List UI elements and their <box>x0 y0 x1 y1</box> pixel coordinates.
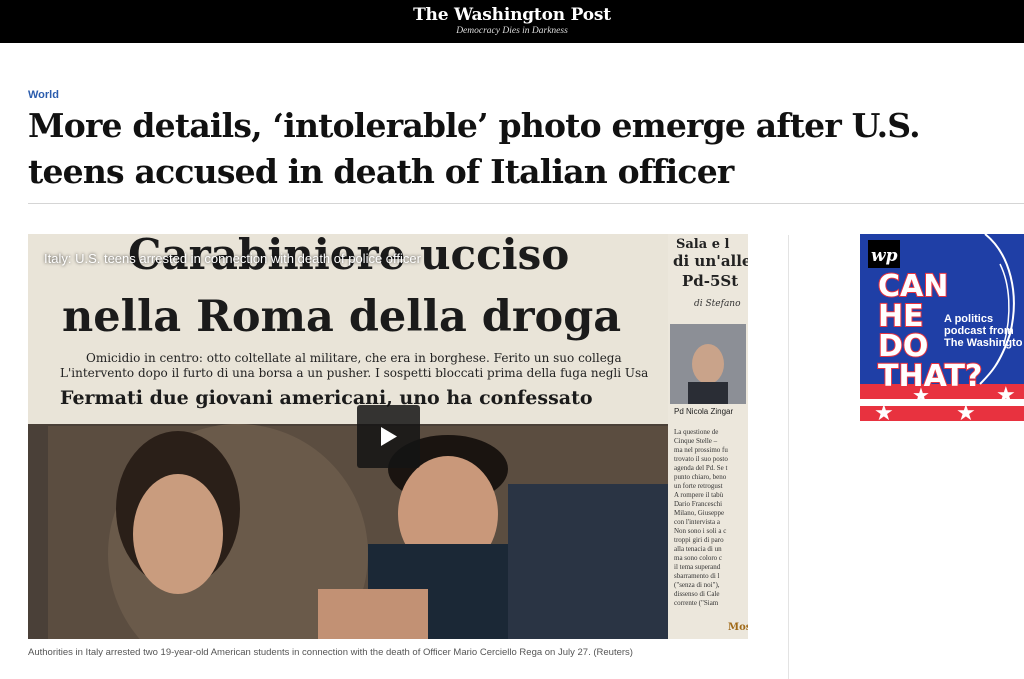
site-tagline: Democracy Dies in Darkness <box>456 26 568 36</box>
podcast-ad[interactable]: ★ ★ ★ ★ wp CAN HE DO THAT? A politics po… <box>860 234 1024 421</box>
wp-logo: wp <box>871 246 898 266</box>
video-caption: Authorities in Italy arrested two 19-yea… <box>28 647 633 658</box>
newspaper-headline-2: nella Roma della droga <box>62 292 621 342</box>
play-icon <box>381 427 397 446</box>
svg-text:Dario Franceschi: Dario Franceschi <box>674 500 722 508</box>
side-headline-3: Pd-5St <box>682 272 738 290</box>
video-title[interactable]: Italy: U.S. teens arrested in connection… <box>44 251 421 266</box>
svg-text:sbarramento di l: sbarramento di l <box>674 572 720 580</box>
svg-text:agenda del Pd. Se t: agenda del Pd. Se t <box>674 464 728 472</box>
svg-text:ma sono coloro c: ma sono coloro c <box>674 554 722 562</box>
headline-divider <box>28 203 1024 204</box>
svg-text:punto chiaro, beno: punto chiaro, beno <box>674 473 727 481</box>
svg-text:A rompere il tabù: A rompere il tabù <box>674 491 724 499</box>
star-icon: ★ <box>996 383 1016 408</box>
svg-text:alla tenacia di un: alla tenacia di un <box>674 545 722 553</box>
svg-text:troppi giri di paro: troppi giri di paro <box>674 536 724 544</box>
side-byline: di Stefano <box>694 299 741 309</box>
play-button[interactable] <box>357 405 420 468</box>
svg-text:un forte retrogust: un forte retrogust <box>674 482 723 490</box>
side-bottom-text: Mos <box>728 622 748 633</box>
newspaper-bold-sub: Fermati due giovani americani, uno ha co… <box>60 387 593 409</box>
star-icon: ★ <box>874 401 894 421</box>
site-logo[interactable]: The Washington Post <box>0 5 1024 25</box>
ad-subtitle-line-3: The Washingto <box>944 337 1023 349</box>
podcast-ad-art: ★ ★ ★ ★ wp CAN HE DO THAT? A politics po… <box>860 234 1024 421</box>
column-divider <box>788 235 789 679</box>
svg-text:dissenso di Cale: dissenso di Cale <box>674 590 720 598</box>
svg-text:corrente ("Siam: corrente ("Siam <box>674 599 719 607</box>
svg-text:Cinque Stelle –: Cinque Stelle – <box>674 437 718 445</box>
section-kicker-link[interactable]: World <box>28 89 59 101</box>
side-headline-1: Sala e l <box>676 237 729 252</box>
svg-text:("senza di noi"),: ("senza di noi"), <box>674 581 720 589</box>
side-photo-label: Pd Nicola Zingar <box>674 407 733 416</box>
svg-text:il tema superand: il tema superand <box>674 563 721 571</box>
svg-text:Non sono i soli a c: Non sono i soli a c <box>674 527 726 535</box>
star-icon: ★ <box>956 401 976 421</box>
top-nav-bar: The Washington Post Democracy Dies in Da… <box>0 0 1024 43</box>
ad-subtitle-line-1: A politics <box>944 313 993 325</box>
svg-text:La questione de: La questione de <box>674 428 718 436</box>
newspaper-sub-1: Omicidio in centro: otto coltellate al m… <box>86 351 622 365</box>
svg-text:ma nel prossimo fu: ma nel prossimo fu <box>674 446 728 454</box>
ad-title-line-4: THAT? <box>878 359 982 394</box>
svg-text:trovato il suo posto: trovato il suo posto <box>674 455 728 463</box>
svg-text:con l'intervista a: con l'intervista a <box>674 518 721 526</box>
ad-subtitle-line-2: podcast from <box>944 325 1014 337</box>
newspaper-sub-2: L'intervento dopo il furto di una borsa … <box>60 366 648 380</box>
svg-text:Milano, Giuseppe: Milano, Giuseppe <box>674 509 724 517</box>
article-headline: More details, ‘intolerable’ photo emerge… <box>28 106 921 191</box>
side-headline-2: di un'alle <box>673 252 748 270</box>
